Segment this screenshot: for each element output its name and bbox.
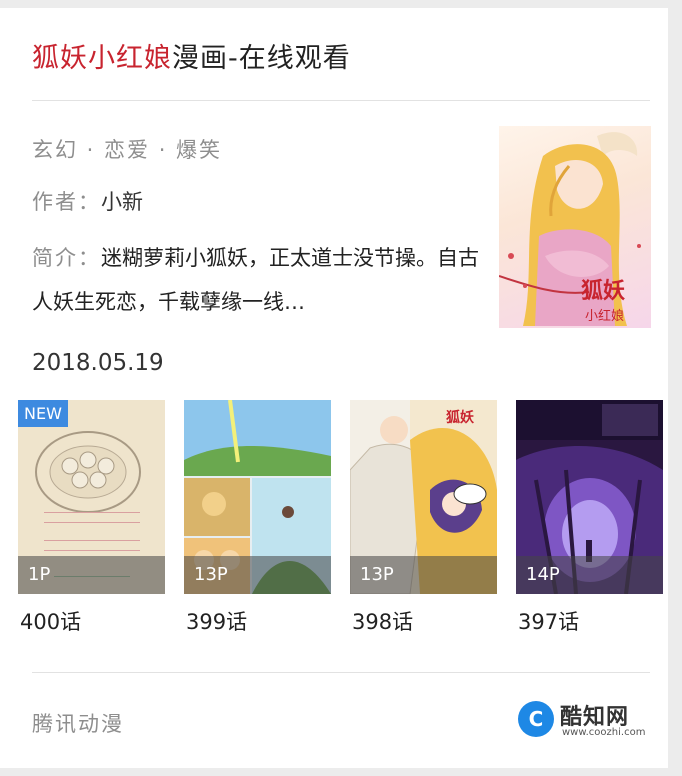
site-watermark: C 酷知网 www.coozhi.com <box>518 697 658 747</box>
author-row: 作者：小新 <box>32 186 143 216</box>
page-count: 1P <box>18 556 165 594</box>
update-date: 2018.05.19 <box>32 350 164 376</box>
author-name: 小新 <box>101 190 143 214</box>
new-badge: NEW <box>18 400 68 427</box>
genre-tags: 玄幻 · 恋爱 · 爆笑 <box>32 138 223 162</box>
svg-text:狐妖: 狐妖 <box>446 409 475 426</box>
watermark-url: www.coozhi.com <box>562 727 646 738</box>
svg-text:狐妖: 狐妖 <box>581 278 625 304</box>
page-count: 13P <box>350 556 497 594</box>
synopsis-label: 简介： <box>32 246 101 270</box>
chapter-thumbnail[interactable]: 13P <box>184 400 331 594</box>
chapter-item[interactable]: 13P 399话 <box>184 400 331 636</box>
divider <box>32 100 650 101</box>
chapter-label[interactable]: 397话 <box>516 606 663 636</box>
chapter-item[interactable]: NEW 1P 400话 <box>18 400 165 636</box>
cover-illustration: 狐妖 小红娘 <box>499 132 641 326</box>
svg-text:小红娘: 小红娘 <box>585 308 624 324</box>
title-suffix: 漫画-在线观看 <box>172 43 351 74</box>
chapter-thumbnail[interactable]: 狐妖 13P <box>350 400 497 594</box>
comic-card: 狐妖小红娘漫画-在线观看 玄幻 · 恋爱 · 爆笑 作者：小新 简介：迷糊萝莉小… <box>0 8 668 768</box>
chapter-thumbnail[interactable]: NEW 1P <box>18 400 165 594</box>
comic-cover-image[interactable]: 狐妖 小红娘 <box>499 126 651 328</box>
divider <box>32 672 650 673</box>
page-count: 14P <box>516 556 663 594</box>
page-count: 13P <box>184 556 331 594</box>
chapter-label[interactable]: 398话 <box>350 606 497 636</box>
chapter-item[interactable]: 狐妖 13P 398话 <box>350 400 497 636</box>
chapter-thumbnail[interactable]: 14P <box>516 400 663 594</box>
author-label: 作者： <box>32 190 101 214</box>
watermark-logo-icon: C <box>518 701 554 737</box>
chapter-list: NEW 1P 400话 13P 399话 狐妖 13P 398话 14P 397… <box>0 400 668 640</box>
synopsis: 简介：迷糊萝莉小狐妖，正太道士没节操。自古人妖生死恋，千载孽缘一线… <box>32 236 480 324</box>
source-label[interactable]: 腾讯动漫 <box>32 708 124 738</box>
chapter-label[interactable]: 399话 <box>184 606 331 636</box>
chapter-item[interactable]: 14P 397话 <box>516 400 663 636</box>
chapter-label[interactable]: 400话 <box>18 606 165 636</box>
page-title: 狐妖小红娘漫画-在线观看 <box>32 36 351 75</box>
title-highlight: 狐妖小红娘 <box>32 43 172 74</box>
